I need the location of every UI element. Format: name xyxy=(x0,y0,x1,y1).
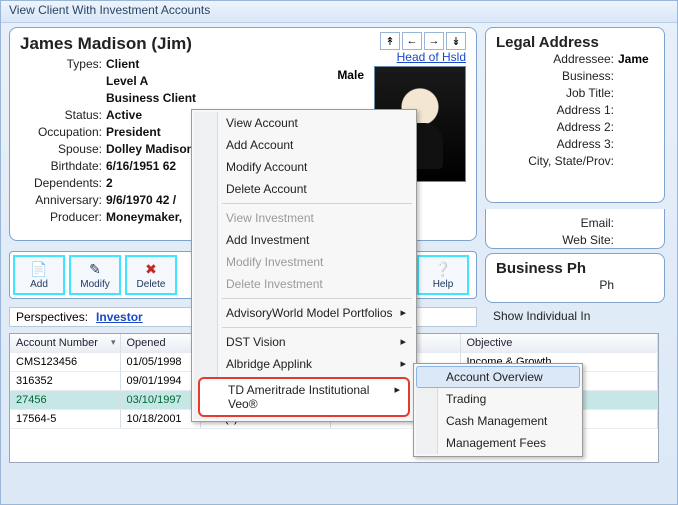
cell-acct: 27456 xyxy=(10,391,120,410)
menu-delete-account[interactable]: Delete Account xyxy=(194,178,414,200)
status-label: Status: xyxy=(20,107,106,124)
col-opened[interactable]: Opened xyxy=(120,334,200,353)
perspectives-label: Perspectives: xyxy=(16,310,88,324)
menu-modify-investment: Modify Investment xyxy=(194,251,414,273)
nav-last-button[interactable]: ↡ xyxy=(446,32,466,50)
menu-modify-account[interactable]: Modify Account xyxy=(194,156,414,178)
anniversary-label: Anniversary: xyxy=(20,192,106,209)
producer-label: Producer: xyxy=(20,209,106,226)
menu-separator xyxy=(222,327,412,328)
business-phone-panel: Business Ph Ph xyxy=(485,253,665,303)
head-of-household-link[interactable]: Head of Hsld xyxy=(397,50,466,64)
menu-view-account[interactable]: View Account xyxy=(194,112,414,134)
help-icon: ❔ xyxy=(433,260,453,278)
cell-opened: 03/10/1997 xyxy=(120,391,200,410)
submenu-cash-management[interactable]: Cash Management xyxy=(416,410,580,432)
producer-value: Moneymaker, xyxy=(106,209,182,226)
occupation-label: Occupation: xyxy=(20,124,106,141)
menu-add-account[interactable]: Add Account xyxy=(194,134,414,156)
app-window: View Client With Investment Accounts ↟ ←… xyxy=(0,0,678,505)
anniversary-value: 9/6/1970 42 / xyxy=(106,192,176,209)
spouse-label: Spouse: xyxy=(20,141,106,158)
menu-add-investment[interactable]: Add Investment xyxy=(194,229,414,251)
col-account-number[interactable]: Account Number xyxy=(10,334,120,353)
spouse-value: Dolley Madison xyxy=(106,141,194,158)
submenu-management-fees[interactable]: Management Fees xyxy=(416,432,580,454)
citystate-label: City, State/Prov: xyxy=(496,153,614,170)
menu-separator xyxy=(222,298,412,299)
context-menu: View Account Add Account Modify Account … xyxy=(191,109,417,422)
delete-icon: ✖ xyxy=(141,260,161,278)
help-button[interactable]: ❔ Help xyxy=(417,255,469,295)
menu-advisoryworld[interactable]: AdvisoryWorld Model Portfolios xyxy=(194,302,414,324)
status-value: Active xyxy=(106,107,142,124)
addressee-label: Addressee: xyxy=(496,51,614,68)
dependents-value: 2 xyxy=(106,175,113,192)
cell-acct: 17564-5 xyxy=(10,410,120,429)
occupation-value: President xyxy=(106,124,161,141)
nav-first-button[interactable]: ↟ xyxy=(380,32,400,50)
business-label: Business: xyxy=(496,68,614,85)
help-label: Help xyxy=(433,279,454,290)
add-label: Add xyxy=(30,279,48,290)
gender-label: Male xyxy=(337,68,364,82)
cell-acct: CMS123456 xyxy=(10,353,120,372)
address1-label: Address 1: xyxy=(496,102,614,119)
website-label: Web Site: xyxy=(496,232,614,249)
delete-label: Delete xyxy=(137,279,166,290)
menu-albridge[interactable]: Albridge Applink xyxy=(194,353,414,375)
perspective-investor-link[interactable]: Investor xyxy=(96,310,143,324)
cell-acct: 316352 xyxy=(10,372,120,391)
type-value-3: Business Client xyxy=(106,90,196,107)
submenu-account-overview[interactable]: Account Overview xyxy=(416,366,580,388)
cell-opened: 01/05/1998 xyxy=(120,353,200,372)
birthdate-value: 6/16/1951 62 xyxy=(106,158,176,175)
legal-address-panel: Legal Address Addressee:Jame Business: J… xyxy=(485,27,665,203)
phone-label: Ph xyxy=(496,277,614,294)
add-icon: 📄 xyxy=(29,260,49,278)
submenu-trading[interactable]: Trading xyxy=(416,388,580,410)
modify-label: Modify xyxy=(80,279,109,290)
email-label: Email: xyxy=(496,215,614,232)
menu-td-ameritrade[interactable]: TD Ameritrade Institutional Veo® xyxy=(198,377,410,417)
contact-panel: Email: Web Site: xyxy=(485,209,665,249)
cell-opened: 10/18/2001 xyxy=(120,410,200,429)
menu-view-investment: View Investment xyxy=(194,207,414,229)
menu-dst-vision[interactable]: DST Vision xyxy=(194,331,414,353)
window-title: View Client With Investment Accounts xyxy=(9,3,210,17)
title-bar: View Client With Investment Accounts xyxy=(1,1,677,23)
submenu-tda: Account Overview Trading Cash Management… xyxy=(413,363,583,457)
types-label: Types: xyxy=(20,56,106,73)
show-individual-label: Show Individual In xyxy=(493,309,590,323)
legal-title: Legal Address xyxy=(496,34,654,51)
nav-prev-button[interactable]: ← xyxy=(402,32,422,50)
cell-opened: 09/01/1994 xyxy=(120,372,200,391)
business-title: Business Ph xyxy=(496,260,654,277)
nav-arrows: ↟ ← → ↡ xyxy=(380,32,466,50)
menu-delete-investment: Delete Investment xyxy=(194,273,414,295)
nav-next-button[interactable]: → xyxy=(424,32,444,50)
col-objective[interactable]: Objective xyxy=(460,334,658,353)
dependents-label: Dependents: xyxy=(20,175,106,192)
modify-button[interactable]: ✎ Modify xyxy=(69,255,121,295)
menu-separator xyxy=(222,203,412,204)
address3-label: Address 3: xyxy=(496,136,614,153)
content-area: ↟ ← → ↡ James Madison (Jim) Head of Hsld… xyxy=(1,23,677,35)
addressee-value: Jame xyxy=(614,51,654,68)
add-button[interactable]: 📄 Add xyxy=(13,255,65,295)
modify-icon: ✎ xyxy=(85,260,105,278)
birthdate-label: Birthdate: xyxy=(20,158,106,175)
type-value-2: Level A xyxy=(106,73,148,90)
type-value-1: Client xyxy=(106,56,139,73)
delete-button[interactable]: ✖ Delete xyxy=(125,255,177,295)
jobtitle-label: Job Title: xyxy=(496,85,614,102)
address2-label: Address 2: xyxy=(496,119,614,136)
